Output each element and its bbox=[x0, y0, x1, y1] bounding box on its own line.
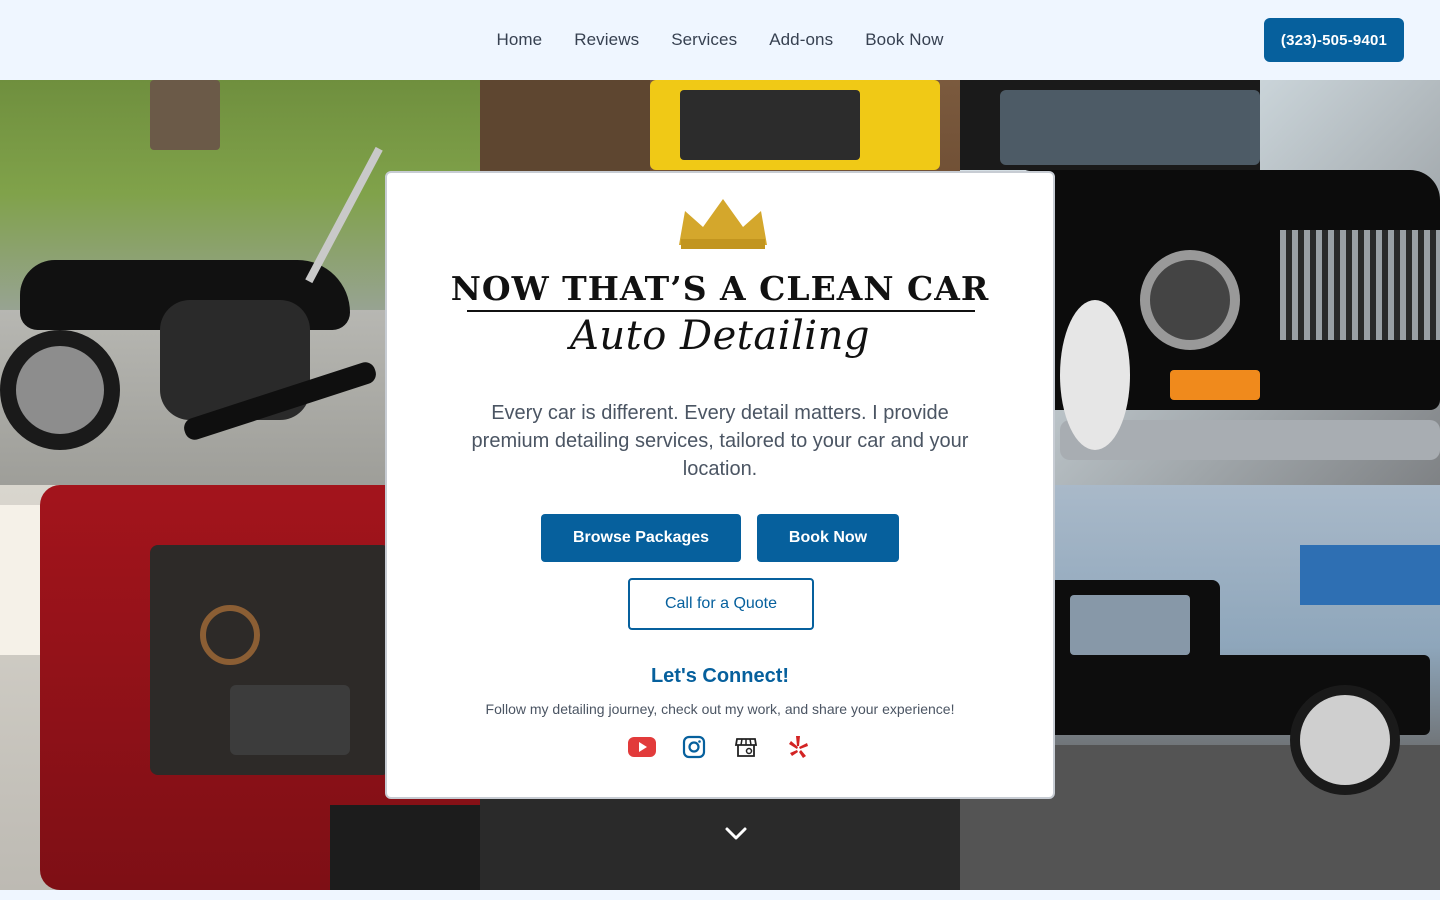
youtube-icon[interactable] bbox=[628, 733, 656, 761]
hero-tagline: Every car is different. Every detail mat… bbox=[471, 402, 969, 480]
browse-packages-button[interactable]: Browse Packages bbox=[541, 514, 741, 562]
nav-home[interactable]: Home bbox=[496, 30, 542, 50]
scroll-down-chevron-icon[interactable] bbox=[724, 826, 748, 842]
logo-divider bbox=[467, 310, 975, 312]
logo-title: NOW THAT’S A CLEAN CAR bbox=[450, 269, 990, 308]
yelp-icon[interactable] bbox=[784, 733, 812, 761]
book-now-button[interactable]: Book Now bbox=[757, 514, 899, 562]
phone-button[interactable]: (323)-505-9401 bbox=[1264, 18, 1404, 62]
call-for-quote-button[interactable]: Call for a Quote bbox=[628, 578, 814, 630]
nav-services[interactable]: Services bbox=[671, 30, 737, 50]
cta-row: Browse Packages Book Now bbox=[387, 514, 1053, 562]
connect-heading: Let's Connect! bbox=[650, 665, 790, 687]
social-links bbox=[387, 733, 1053, 761]
main-nav: Home Reviews Services Add-ons Book Now bbox=[0, 0, 1440, 80]
nav-reviews[interactable]: Reviews bbox=[574, 30, 639, 50]
next-section-edge bbox=[0, 890, 1440, 900]
crown-icon bbox=[679, 199, 767, 249]
connect-subtitle: Follow my detailing journey, check out m… bbox=[485, 701, 955, 717]
nav-addons[interactable]: Add-ons bbox=[769, 30, 833, 50]
nav-book-now[interactable]: Book Now bbox=[865, 30, 943, 50]
logo-subtitle: Auto Detailing bbox=[570, 313, 870, 359]
hero-card: NOW THAT’S A CLEAN CAR Auto Detailing Ev… bbox=[385, 171, 1055, 799]
instagram-icon[interactable] bbox=[680, 733, 708, 761]
site-header: Home Reviews Services Add-ons Book Now (… bbox=[0, 0, 1440, 80]
google-business-icon[interactable] bbox=[732, 733, 760, 761]
